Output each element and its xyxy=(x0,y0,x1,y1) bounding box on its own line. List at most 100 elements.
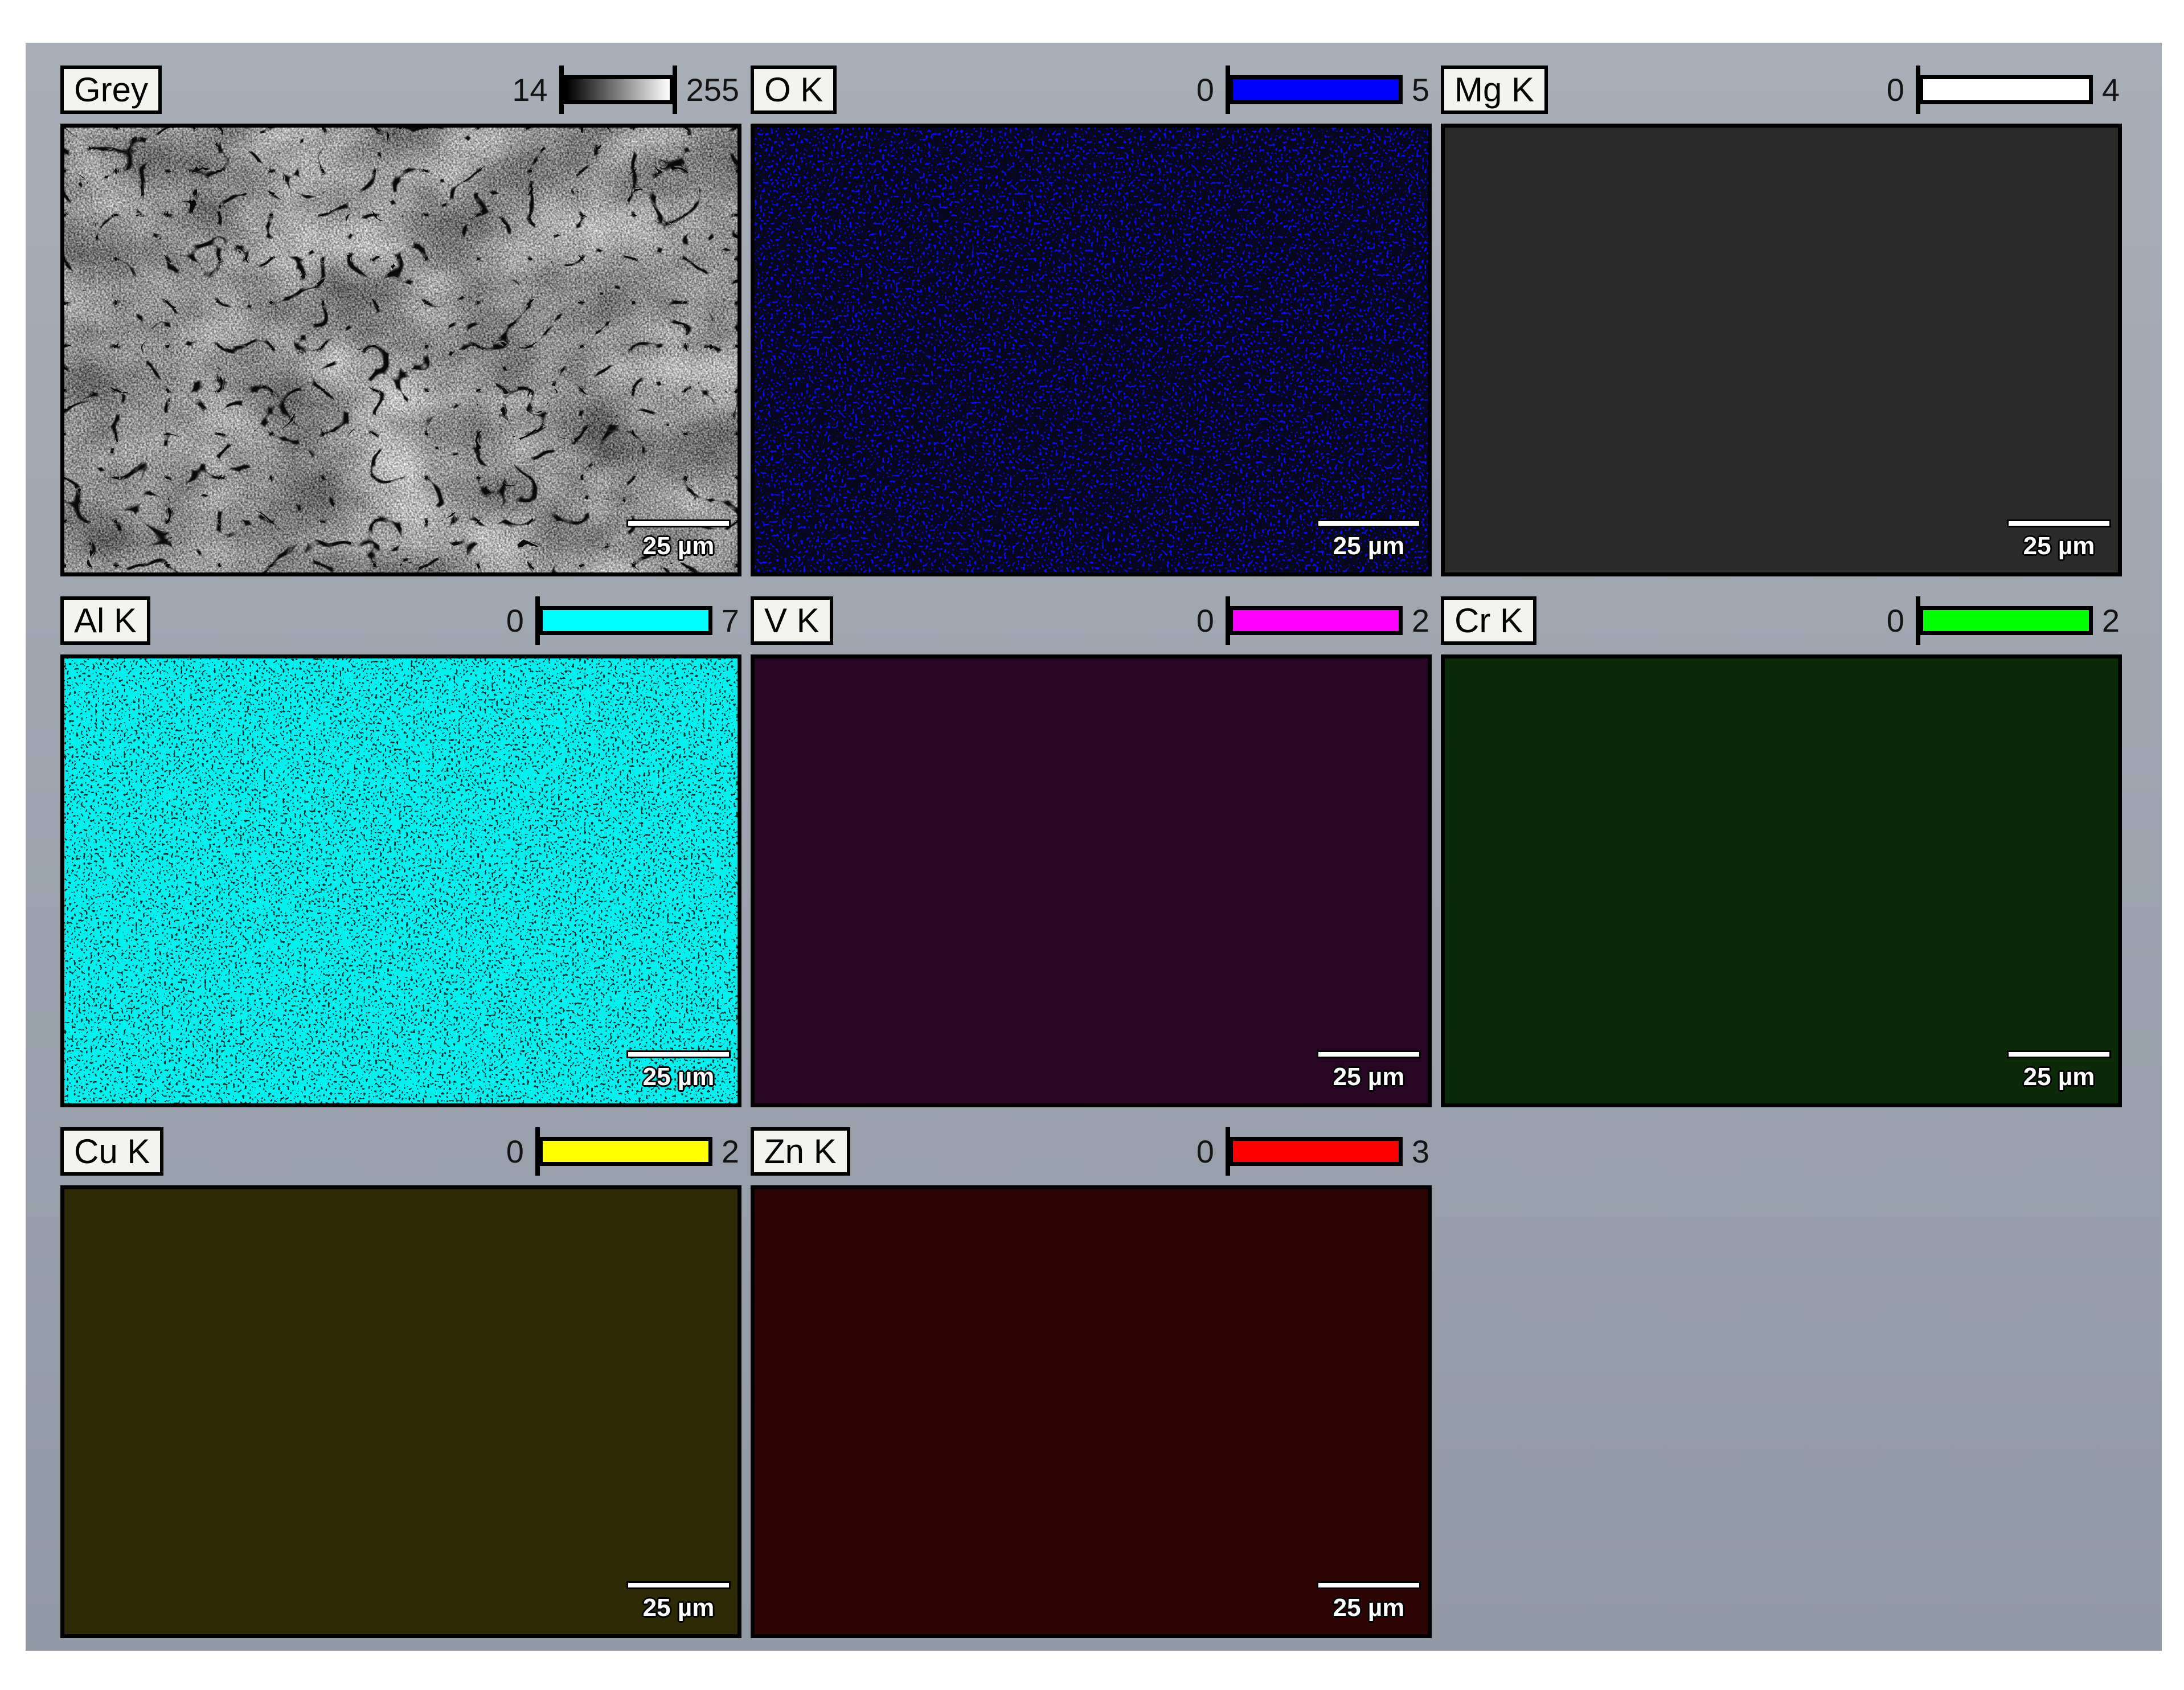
colorbar-min: 0 xyxy=(1197,66,1214,114)
element-label-box: V K xyxy=(751,596,833,645)
element-label: Al K xyxy=(74,601,137,640)
colorbar-max: 5 xyxy=(1412,66,1429,114)
scale-bar-label: 25 µm xyxy=(1317,1064,1421,1090)
panel-v-k-header: V K 0 2 xyxy=(751,596,1432,645)
scale-bar: 25 µm xyxy=(626,1581,731,1621)
scale-bar-line xyxy=(626,519,731,527)
scale-bar: 25 µm xyxy=(2007,519,2111,559)
colorbar-min: 0 xyxy=(506,596,524,645)
eds-map-dots xyxy=(755,1189,1428,1634)
colorbar-max: 2 xyxy=(722,1127,739,1176)
colorbar-group: 0 5 xyxy=(1197,66,1429,114)
scale-bar-line xyxy=(1317,1581,1421,1589)
panel-cr-k: Cr K 0 2 25 µm xyxy=(1441,596,2122,1107)
eds-layered-maps-canvas: Grey 14 255 25 µm O K xyxy=(26,43,2162,1651)
colorbar-max: 2 xyxy=(2102,596,2120,645)
element-label: V K xyxy=(764,601,819,640)
element-label: Grey xyxy=(74,70,148,109)
eds-map-dots xyxy=(1445,658,2118,1103)
colorbar-max: 3 xyxy=(1412,1127,1429,1176)
colorbar-swatch xyxy=(1229,606,1403,635)
colorbar-grey-gradient xyxy=(563,75,674,104)
panel-grey: Grey 14 255 25 µm xyxy=(60,66,741,576)
scale-bar-label: 25 µm xyxy=(2007,533,2111,559)
panel-zn-k: Zn K 0 3 25 µm xyxy=(751,1127,1432,1638)
element-label-box: Mg K xyxy=(1441,66,1548,114)
scale-bar: 25 µm xyxy=(1317,1581,1421,1621)
eds-map-dots xyxy=(64,658,737,1103)
eds-map-dots xyxy=(64,1189,737,1634)
colorbar-min: 0 xyxy=(1197,1127,1214,1176)
eds-map-zn-k: 25 µm xyxy=(751,1185,1432,1638)
scale-bar: 25 µm xyxy=(626,519,731,559)
colorbar-min: 0 xyxy=(506,1127,524,1176)
colorbar-max: 255 xyxy=(686,66,739,114)
map-dot-layer xyxy=(755,128,1428,572)
element-label: Cu K xyxy=(74,1132,150,1171)
panel-cu-k-header: Cu K 0 2 xyxy=(60,1127,741,1176)
panel-mg-k-header: Mg K 0 4 xyxy=(1441,66,2122,114)
element-label: Mg K xyxy=(1454,70,1534,109)
scale-bar-label: 25 µm xyxy=(2007,1064,2111,1090)
element-label-box: Al K xyxy=(60,596,150,645)
scale-bar-label: 25 µm xyxy=(1317,533,1421,559)
eds-map-cr-k: 25 µm xyxy=(1441,654,2122,1107)
colorbar-swatch xyxy=(1919,75,2093,104)
panel-grey-header: Grey 14 255 xyxy=(60,66,741,114)
panel-al-k: Al K 0 7 25 µm xyxy=(60,596,741,1107)
scale-bar: 25 µm xyxy=(626,1050,731,1090)
panel-zn-k-header: Zn K 0 3 xyxy=(751,1127,1432,1176)
colorbar-min: 14 xyxy=(512,66,547,114)
panel-o-k: O K 0 5 25 µm xyxy=(751,66,1432,576)
panel-cr-k-header: Cr K 0 2 xyxy=(1441,596,2122,645)
colorbar-swatch xyxy=(539,1137,712,1166)
eds-map-al-k: 25 µm xyxy=(60,654,741,1107)
panel-o-k-header: O K 0 5 xyxy=(751,66,1432,114)
scale-bar: 25 µm xyxy=(2007,1050,2111,1090)
panel-al-k-header: Al K 0 7 xyxy=(60,596,741,645)
eds-map-v-k: 25 µm xyxy=(751,654,1432,1107)
map-dot-layer xyxy=(1445,658,2118,1103)
scale-bar-line xyxy=(2007,519,2111,527)
colorbar-group: 14 255 xyxy=(512,66,739,114)
element-label-box: Cr K xyxy=(1441,596,1536,645)
scale-bar-line xyxy=(1317,1050,1421,1058)
eds-map-dots xyxy=(1445,128,2118,572)
panel-v-k: V K 0 2 25 µm xyxy=(751,596,1432,1107)
colorbar-group: 0 7 xyxy=(506,596,739,645)
colorbar-min: 0 xyxy=(1887,596,1904,645)
scale-bar-line xyxy=(626,1050,731,1058)
element-label: O K xyxy=(764,70,823,109)
element-label-box: Grey xyxy=(60,66,162,114)
panel-cu-k: Cu K 0 2 25 µm xyxy=(60,1127,741,1638)
map-dot-layer xyxy=(755,1189,1428,1634)
sem-crack-lines xyxy=(64,128,737,572)
scale-bar: 25 µm xyxy=(1317,519,1421,559)
colorbar-group: 0 2 xyxy=(506,1127,739,1176)
scale-bar-label: 25 µm xyxy=(626,1064,731,1090)
element-label-box: O K xyxy=(751,66,837,114)
map-dot-layer xyxy=(1445,128,2118,572)
scale-bar: 25 µm xyxy=(1317,1050,1421,1090)
colorbar-max: 7 xyxy=(722,596,739,645)
eds-map-o-k: 25 µm xyxy=(751,124,1432,576)
colorbar-max: 2 xyxy=(1412,596,1429,645)
colorbar-swatch xyxy=(1229,75,1403,104)
scale-bar-label: 25 µm xyxy=(1317,1595,1421,1621)
scale-bar-line xyxy=(626,1581,731,1589)
colorbar-min: 0 xyxy=(1197,596,1214,645)
colorbar-group: 0 2 xyxy=(1197,596,1429,645)
colorbar-tick-right xyxy=(673,66,677,114)
scale-bar-label: 25 µm xyxy=(626,1595,731,1621)
element-label: Zn K xyxy=(764,1132,837,1171)
colorbar-group: 0 4 xyxy=(1887,66,2120,114)
scale-bar-line xyxy=(2007,1050,2111,1058)
colorbar-max: 4 xyxy=(2102,66,2120,114)
scale-bar-line xyxy=(1317,519,1421,527)
eds-map-mg-k: 25 µm xyxy=(1441,124,2122,576)
eds-map-dots xyxy=(755,128,1428,572)
colorbar-swatch xyxy=(1229,1137,1403,1166)
element-label: Cr K xyxy=(1454,601,1523,640)
map-dot-layer xyxy=(755,658,1428,1103)
colorbar-group: 0 2 xyxy=(1887,596,2120,645)
